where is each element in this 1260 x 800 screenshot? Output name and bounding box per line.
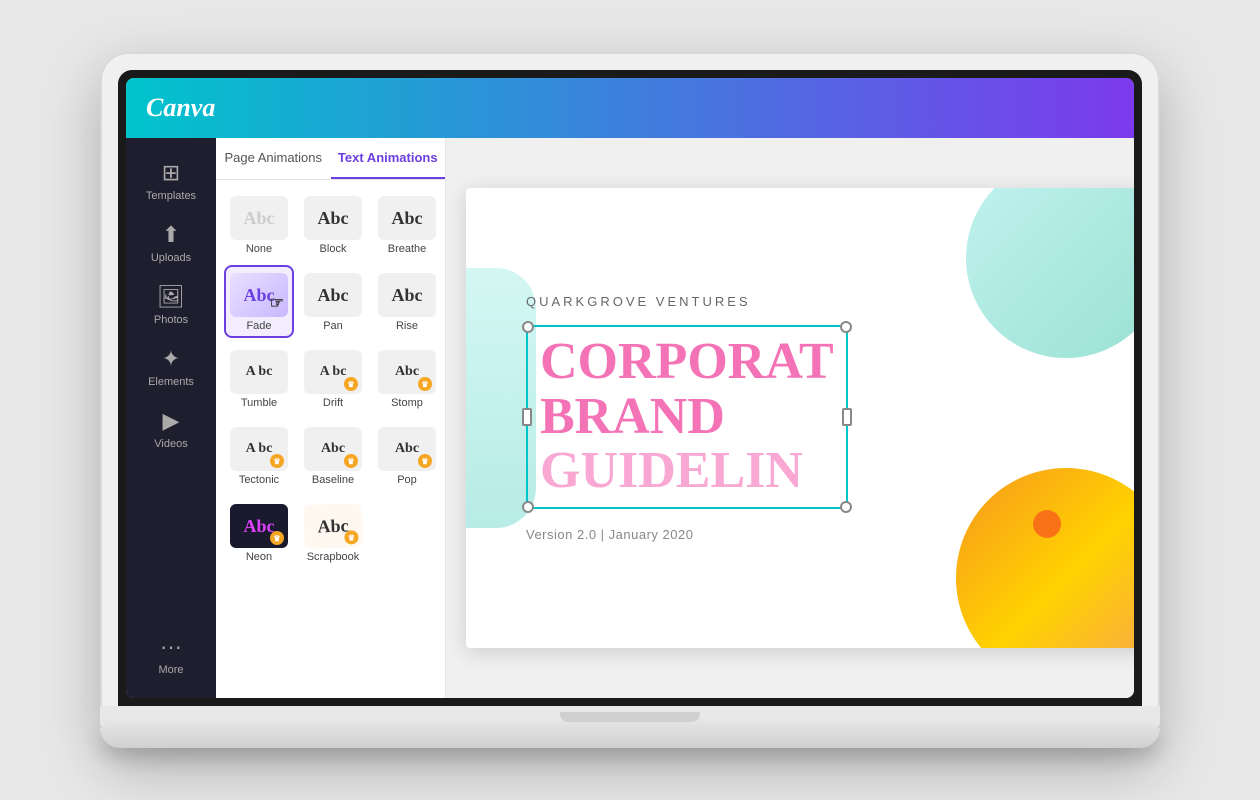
screen-bezel: Canva ⊞ Templates ⬆ Uploads 🖼 P: [118, 70, 1142, 706]
laptop-bottom-bezel: [100, 706, 1160, 728]
screen: Canva ⊞ Templates ⬆ Uploads 🖼 P: [126, 78, 1134, 698]
anim-label-none: None: [246, 243, 272, 255]
handle-bottom-right[interactable]: [840, 501, 852, 513]
elements-icon: ✦: [162, 346, 180, 372]
laptop-frame: Canva ⊞ Templates ⬆ Uploads 🖼 P: [100, 52, 1160, 748]
handle-top-left[interactable]: [522, 321, 534, 333]
company-name: QUARKGROVE VENTURES: [526, 294, 751, 309]
anim-stomp[interactable]: Abc ♛ Stomp: [372, 342, 442, 415]
anim-preview-rise: Abc: [378, 273, 436, 317]
handle-mid-left[interactable]: [522, 408, 532, 426]
anim-label-fade: Fade: [246, 320, 271, 332]
anim-preview-breathe: Abc: [378, 196, 436, 240]
animation-grid: Abc None Abc Block: [216, 180, 445, 577]
anim-baseline[interactable]: Abc ♛ Baseline: [298, 419, 368, 492]
laptop-base: [100, 728, 1160, 748]
anim-pop[interactable]: Abc ♛ Pop: [372, 419, 442, 492]
laptop-notch: [560, 712, 700, 722]
templates-icon: ⊞: [162, 160, 180, 186]
neon-crown-badge: ♛: [270, 531, 284, 545]
sidebar-label-more: More: [158, 664, 183, 676]
anim-breathe[interactable]: Abc Breathe: [372, 188, 442, 261]
handle-mid-right[interactable]: [842, 408, 852, 426]
anim-preview-pan: Abc: [304, 273, 362, 317]
sidebar-item-templates[interactable]: ⊞ Templates: [126, 150, 216, 212]
sidebar-item-more[interactable]: ··· More: [126, 624, 216, 686]
headline-line1: CORPORAT: [540, 335, 834, 390]
text-selection-box[interactable]: CORPORAT BRAND GUIDELIN: [526, 325, 848, 509]
anim-scrapbook[interactable]: Abc ♛ Scrapbook: [298, 496, 368, 569]
anim-label-pan: Pan: [323, 320, 343, 332]
anim-preview-block: Abc: [304, 196, 362, 240]
sidebar-label-videos: Videos: [154, 438, 187, 450]
anim-preview-tumble: A bc: [230, 350, 288, 394]
anim-tectonic[interactable]: A bc ♛ Tectonic: [224, 419, 294, 492]
sidebar-item-uploads[interactable]: ⬆ Uploads: [126, 212, 216, 274]
slide-content: QUARKGROVE VENTURES CORPORAT: [466, 188, 1134, 648]
stomp-crown-badge: ♛: [418, 377, 432, 391]
pop-crown-badge: ♛: [418, 454, 432, 468]
anim-label-tumble: Tumble: [241, 397, 277, 409]
sidebar-label-uploads: Uploads: [151, 252, 191, 264]
anim-neon[interactable]: Abc ♛ Neon: [224, 496, 294, 569]
sidebar-label-templates: Templates: [146, 190, 196, 202]
sidebar-item-elements[interactable]: ✦ Elements: [126, 336, 216, 398]
anim-label-stomp: Stomp: [391, 397, 423, 409]
anim-pan[interactable]: Abc Pan: [298, 265, 368, 338]
sidebar-item-videos[interactable]: ▶ Videos: [126, 398, 216, 460]
photos-icon: 🖼: [157, 284, 185, 310]
tectonic-crown-badge: ♛: [270, 454, 284, 468]
anim-label-rise: Rise: [396, 320, 418, 332]
anim-label-breathe: Breathe: [388, 243, 427, 255]
more-icon: ···: [160, 634, 182, 660]
anim-block[interactable]: Abc Block: [298, 188, 368, 261]
anim-preview-none: Abc: [230, 196, 288, 240]
canvas-area: QUARKGROVE VENTURES CORPORAT: [446, 138, 1134, 698]
scrapbook-crown-badge: ♛: [344, 530, 358, 544]
baseline-crown-badge: ♛: [344, 454, 358, 468]
app-body: ⊞ Templates ⬆ Uploads 🖼 Photos ✦ Element…: [126, 138, 1134, 698]
anim-label-tectonic: Tectonic: [239, 474, 279, 486]
anim-fade[interactable]: Abc ☞ Fade: [224, 265, 294, 338]
anim-preview-pop: Abc ♛: [378, 427, 436, 471]
headline-line3: GUIDELIN: [540, 444, 834, 499]
slide-canvas[interactable]: QUARKGROVE VENTURES CORPORAT: [466, 188, 1134, 648]
anim-none[interactable]: Abc None: [224, 188, 294, 261]
sidebar-label-elements: Elements: [148, 376, 194, 388]
anim-preview-drift: A bc ♛: [304, 350, 362, 394]
anim-tumble[interactable]: A bc Tumble: [224, 342, 294, 415]
panel-tabs: Page Animations Text Animations: [216, 138, 445, 180]
sidebar: ⊞ Templates ⬆ Uploads 🖼 Photos ✦ Element…: [126, 138, 216, 698]
anim-preview-tectonic: A bc ♛: [230, 427, 288, 471]
anim-preview-fade: Abc ☞: [230, 273, 288, 317]
anim-label-neon: Neon: [246, 551, 272, 563]
anim-rise[interactable]: Abc Rise: [372, 265, 442, 338]
app-header: Canva: [126, 78, 1134, 138]
videos-icon: ▶: [163, 408, 180, 434]
tab-text-animations[interactable]: Text Animations: [331, 138, 446, 179]
drift-crown-badge: ♛: [344, 377, 358, 391]
canva-logo: Canva: [146, 93, 215, 123]
sidebar-label-photos: Photos: [154, 314, 188, 326]
uploads-icon: ⬆: [162, 222, 180, 248]
anim-label-drift: Drift: [323, 397, 343, 409]
handle-top-right[interactable]: [840, 321, 852, 333]
anim-drift[interactable]: A bc ♛ Drift: [298, 342, 368, 415]
anim-label-baseline: Baseline: [312, 474, 354, 486]
anim-preview-scrapbook: Abc ♛: [303, 503, 363, 549]
anim-preview-neon: Abc ♛: [230, 504, 288, 548]
anim-preview-baseline: Abc ♛: [304, 427, 362, 471]
anim-label-pop: Pop: [397, 474, 417, 486]
handle-bottom-left[interactable]: [522, 501, 534, 513]
version-text: Version 2.0 | January 2020: [526, 527, 693, 542]
sidebar-item-photos[interactable]: 🖼 Photos: [126, 274, 216, 336]
headline-line2: BRAND: [540, 390, 834, 445]
tab-page-animations[interactable]: Page Animations: [216, 138, 331, 179]
anim-label-scrapbook: Scrapbook: [307, 551, 360, 563]
headline-text: CORPORAT BRAND GUIDELIN: [540, 335, 834, 499]
anim-label-block: Block: [320, 243, 347, 255]
anim-preview-stomp: Abc ♛: [378, 350, 436, 394]
animation-panel: Page Animations Text Animations Abc None: [216, 138, 446, 698]
